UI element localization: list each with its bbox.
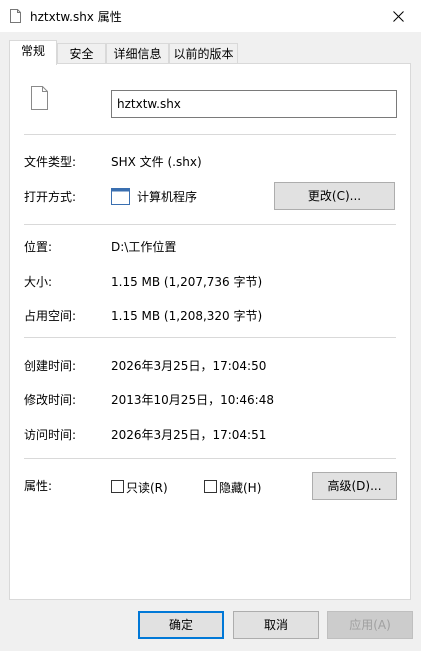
hidden-label[interactable]: 隐藏(H) (219, 479, 261, 496)
ok-button[interactable]: 确定 (138, 611, 224, 639)
tab-general[interactable]: 常规 (9, 40, 57, 65)
separator (24, 337, 396, 338)
file-icon (31, 86, 48, 110)
location-label: 位置: (24, 240, 53, 254)
general-panel: hztxtw.shx 文件类型: SHX 文件 (.shx) 打开方式: 计算机… (9, 63, 411, 600)
file-icon (10, 9, 21, 23)
apply-button[interactable]: 应用(A) (327, 611, 413, 639)
title-bar: hztxtw.shx 属性 (0, 0, 421, 32)
separator (24, 458, 396, 459)
hidden-checkbox[interactable] (204, 480, 217, 493)
readonly-checkbox[interactable] (111, 480, 124, 493)
created-label: 创建时间: (24, 359, 77, 373)
open-with-label: 打开方式: (24, 190, 77, 204)
created-value: 2026年3月25日，17:04:50 (111, 359, 267, 373)
location-value: D:\工作位置 (111, 240, 177, 254)
disk-size-label: 占用空间: (24, 309, 77, 323)
modified-label: 修改时间: (24, 393, 77, 407)
tab-previous-versions[interactable]: 以前的版本 (169, 43, 238, 64)
advanced-button[interactable]: 高级(D)... (312, 472, 397, 500)
size-label: 大小: (24, 275, 53, 289)
close-button[interactable] (375, 0, 421, 32)
cancel-button[interactable]: 取消 (233, 611, 319, 639)
disk-size-value: 1.15 MB (1,208,320 字节) (111, 309, 263, 323)
size-value: 1.15 MB (1,207,736 字节) (111, 275, 263, 289)
file-type-value: SHX 文件 (.shx) (111, 155, 202, 169)
program-icon (111, 188, 130, 205)
close-icon (392, 10, 404, 22)
separator (24, 224, 396, 225)
tab-security[interactable]: 安全 (57, 43, 106, 64)
change-button[interactable]: 更改(C)... (274, 182, 395, 210)
separator (24, 134, 396, 135)
file-name-input[interactable]: hztxtw.shx (111, 90, 397, 118)
tab-details[interactable]: 详细信息 (106, 43, 169, 64)
readonly-label[interactable]: 只读(R) (126, 479, 168, 496)
accessed-value: 2026年3月25日，17:04:51 (111, 428, 267, 442)
modified-value: 2013年10月25日，10:46:48 (111, 393, 274, 407)
window-title: hztxtw.shx 属性 (30, 10, 122, 24)
accessed-label: 访问时间: (24, 428, 77, 442)
file-type-label: 文件类型: (24, 155, 77, 169)
open-with-value: 计算机程序 (137, 190, 198, 204)
attributes-label: 属性: (24, 479, 53, 493)
